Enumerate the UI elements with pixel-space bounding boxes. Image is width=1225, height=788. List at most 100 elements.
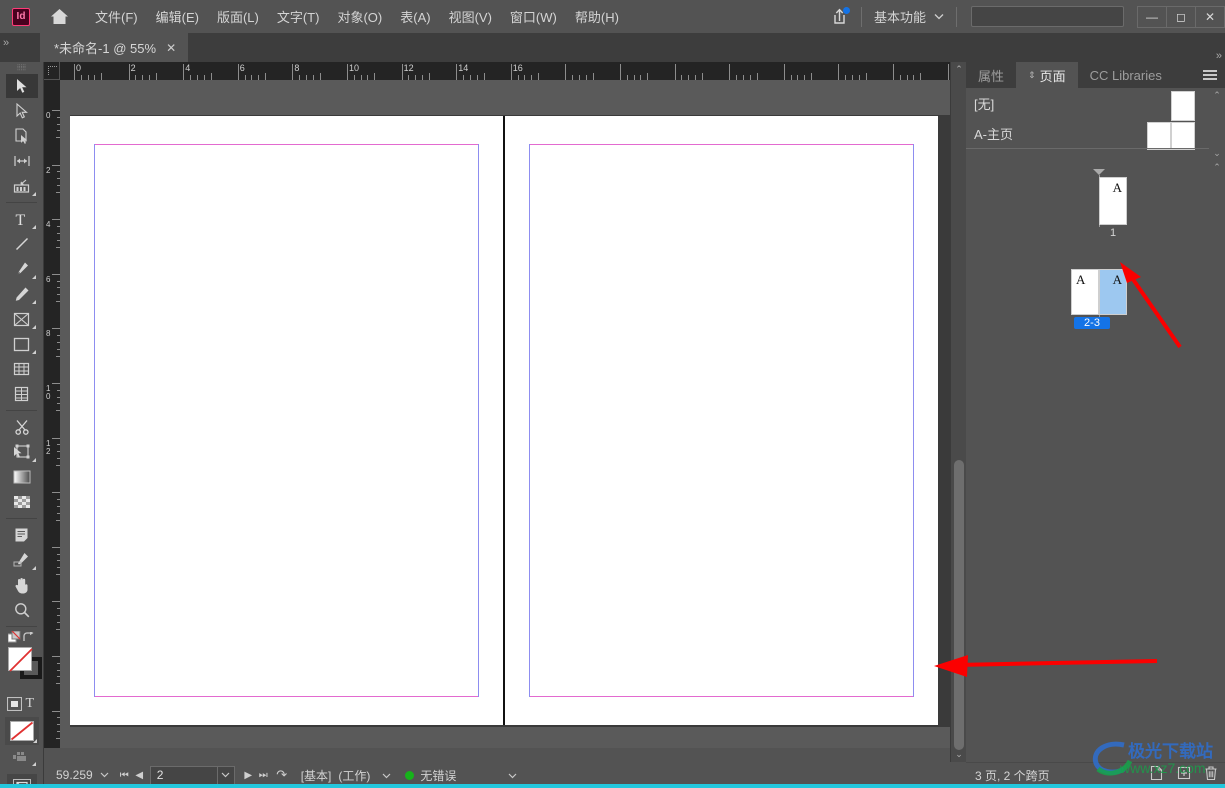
vertical-ruler[interactable]: 024681 01 2 [44,80,60,748]
gap-tool[interactable] [6,149,38,173]
apply-gradient-button[interactable] [6,746,38,768]
menu-layout[interactable]: 版面(L) [208,3,268,30]
first-page-button[interactable]: ⏮ [117,770,132,781]
ruler-tick [838,64,840,80]
pages-section[interactable]: A 1 A A 2-3 [966,149,1209,788]
fill-swatch-none[interactable] [8,647,33,672]
content-collector-tool[interactable] [6,174,38,198]
scroll-up-icon-2[interactable]: ⌄ [1209,146,1225,160]
delete-page-trash-icon[interactable] [1203,765,1219,786]
page-count-label: 3 页, 2 个跨页 [975,769,1050,783]
master-none-label: [无] [974,96,995,112]
document-tab[interactable]: *未命名-1 @ 55% ✕ [40,33,189,62]
chevron-down-icon[interactable] [216,766,234,784]
menu-edit[interactable]: 编辑(E) [147,3,208,30]
formatting-affects-text-icon[interactable]: T [25,696,34,712]
gradient-feather-tool[interactable] [6,490,38,514]
page-tool[interactable] [6,124,38,148]
page-thumbnail-1[interactable]: A [1099,177,1127,225]
ruler-label: 8 [294,63,300,73]
expand-panels-icon[interactable]: » [3,37,9,49]
maximize-button[interactable]: ◻ [1166,5,1196,28]
menu-type[interactable]: 文字(T) [268,3,329,30]
chevron-down-icon[interactable] [508,768,517,782]
selection-tool[interactable] [5,74,38,98]
horizontal-ruler[interactable]: 0 2 4 6 8 10 12 14 16 [60,62,950,80]
spread-2-3[interactable]: A A 2-3 [966,239,1209,339]
tab-cc-libraries[interactable]: CC Libraries [1077,62,1174,88]
tab-properties[interactable]: 属性 [966,62,1017,88]
master-a-thumbnail[interactable] [1147,122,1195,150]
page-label-2-3[interactable]: 2-3 [1074,317,1110,329]
edit-page-size-icon[interactable] [1149,765,1165,786]
chevron-down-icon[interactable] [382,768,391,782]
page-left[interactable] [70,116,503,725]
collapse-dock-icon[interactable]: » [1216,50,1222,62]
direct-selection-tool[interactable] [6,99,38,123]
menu-view[interactable]: 视图(V) [440,3,501,30]
prev-page-button[interactable]: ◀ [132,770,147,781]
tab-pages[interactable]: ⇕ 页面 [1016,62,1078,88]
menu-window[interactable]: 窗口(W) [501,3,566,30]
go-to-page-icon[interactable]: ↷ [271,767,293,783]
home-icon[interactable] [46,4,72,30]
page-thumbnail-3[interactable]: A [1099,269,1127,315]
formatting-affects-container-icon[interactable] [6,696,23,716]
new-page-icon[interactable] [1176,765,1192,786]
hamburger-menu-icon[interactable] [1201,66,1219,84]
menu-help[interactable]: 帮助(H) [566,3,628,30]
scroll-down-icon[interactable]: ⌃ [1209,160,1225,174]
note-tool[interactable] [6,523,38,547]
vertical-scroll-thumb[interactable] [954,460,964,750]
ruler-label: 1 2 [46,438,51,456]
column-grid-tool[interactable] [6,382,38,406]
spread-1[interactable]: A 1 [966,169,1209,249]
page-thumbnail-2[interactable]: A [1071,269,1099,315]
menu-table[interactable]: 表(A) [391,3,439,30]
close-icon[interactable]: ✕ [166,41,176,55]
pages-panel-scrollbar[interactable]: ⌃ ⌄ ⌃ [1209,88,1225,788]
search-input[interactable] [971,6,1124,27]
apply-none-button[interactable] [4,717,39,745]
document-canvas[interactable] [60,80,950,748]
master-a-row[interactable]: A-主页 [966,118,1209,150]
type-tool[interactable]: T [6,207,38,231]
toolbar-grip[interactable]: ⦙⦙⦙⦙⦙ [0,62,43,74]
page-right[interactable] [505,116,938,725]
page-label-1[interactable]: 1 [1087,227,1139,239]
scissors-tool[interactable] [6,415,38,439]
scroll-down-icon[interactable]: ⌄ [951,747,967,762]
pages-footer-icons [1149,765,1219,786]
canvas-vertical-scrollbar[interactable]: ⌃ ⌄ [950,62,966,762]
ruler-label: 10 [349,63,360,73]
rectangle-frame-tool[interactable] [6,307,38,331]
workspace-selector[interactable]: 基本功能 [870,4,948,29]
rectangle-tool[interactable] [6,332,38,356]
menu-file[interactable]: 文件(F) [86,3,147,30]
divider [860,6,862,27]
free-transform-tool[interactable] [6,440,38,464]
next-page-button[interactable]: ▶ [241,770,256,781]
gradient-swatch-tool[interactable] [6,465,38,489]
hand-tool[interactable] [6,573,38,597]
ruler-tick [265,73,267,80]
scroll-up-icon[interactable]: ⌃ [1209,88,1225,102]
pencil-tool[interactable] [6,282,38,306]
eyedropper-tool[interactable] [6,548,38,572]
last-page-button[interactable]: ⏭ [256,770,271,781]
scroll-up-icon[interactable]: ⌃ [951,62,967,77]
close-button[interactable]: ✕ [1195,5,1225,28]
zoom-level-control[interactable]: 59.259 [56,768,109,782]
page-number-combo[interactable]: 2 [149,765,235,785]
share-upload-icon[interactable] [825,4,853,30]
ruler-label: 6 [239,63,245,73]
master-none-row[interactable]: [无] [966,88,1209,121]
table-tool[interactable] [6,357,38,381]
master-none-thumbnail[interactable] [1171,91,1195,121]
pen-tool[interactable] [6,257,38,281]
menu-object[interactable]: 对象(O) [328,3,391,30]
line-tool[interactable] [6,232,38,256]
ruler-origin[interactable] [44,62,60,80]
minimize-button[interactable]: — [1137,5,1167,28]
zoom-tool[interactable] [6,598,38,622]
